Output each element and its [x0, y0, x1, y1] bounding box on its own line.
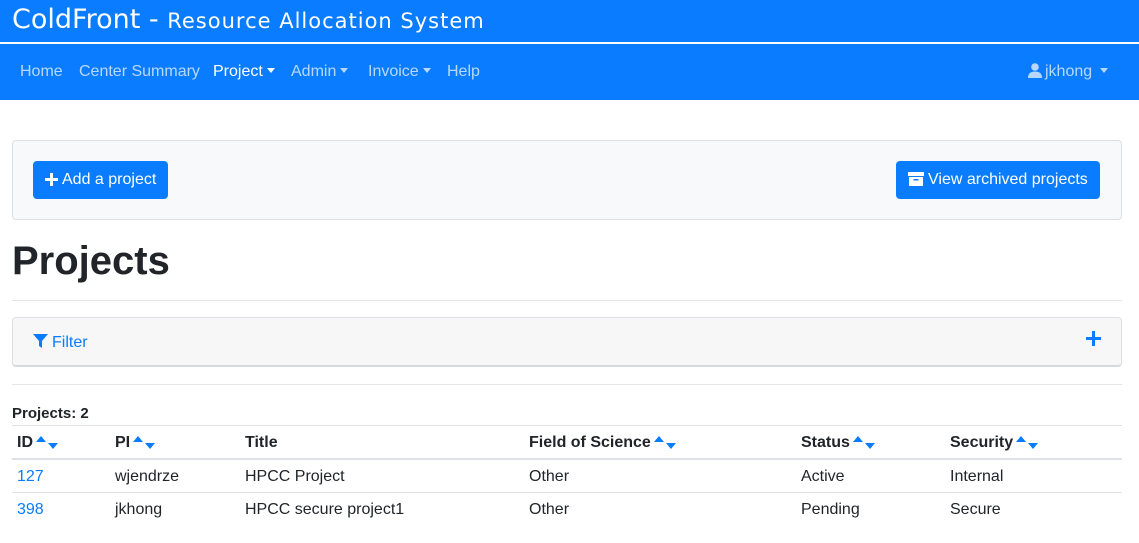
caret-down-icon: [422, 68, 431, 73]
project-title: HPCC Project: [245, 468, 345, 485]
nav-home-label: Home: [20, 63, 63, 80]
user-icon: [1028, 63, 1042, 78]
row-divider: [12, 492, 1122, 493]
column-header-title: Title: [245, 434, 278, 452]
project-security: Internal: [950, 468, 1004, 485]
nav-admin-label: Admin: [291, 63, 337, 80]
project-security: Secure: [950, 501, 1001, 518]
sort-asc-icon[interactable]: [653, 436, 664, 442]
project-title: HPCC secure project1: [245, 501, 405, 518]
nav-invoice-dropdown[interactable]: Invoice: [368, 63, 431, 81]
brand-separator: -: [140, 4, 168, 35]
main-navbar: Home Center Summary Project Admin Invoic…: [0, 44, 1139, 100]
table-header-border: [12, 458, 1122, 460]
site-brand[interactable]: ColdFront - Resource Allocation System: [12, 4, 485, 35]
divider: [12, 300, 1122, 301]
projects-count: Projects: 2: [12, 405, 89, 422]
sort-controls: [36, 434, 60, 452]
column-header-id: ID: [17, 434, 60, 452]
nav-center-summary-label: Center Summary: [79, 63, 200, 80]
project-actions-card: Add a project View archived projects: [12, 140, 1122, 220]
nav-invoice-label: Invoice: [368, 63, 419, 80]
column-header-label: Title: [245, 434, 278, 451]
column-header-label: ID: [17, 434, 33, 452]
view-archived-projects-button[interactable]: View archived projects: [896, 161, 1100, 199]
sort-desc-icon[interactable]: [864, 443, 875, 449]
nav-help-label: Help: [447, 63, 480, 80]
column-header-status: Status: [801, 434, 877, 452]
plus-icon: [45, 173, 58, 186]
caret-down-icon: [340, 68, 349, 73]
archive-icon: [908, 172, 924, 186]
project-status: Pending: [801, 501, 860, 518]
add-project-label: Add a project: [62, 171, 157, 188]
table-top-border: [12, 425, 1122, 426]
column-header-field-of-science: Field of Science: [529, 434, 678, 452]
brand-subtitle: Resource Allocation System: [167, 9, 485, 33]
filter-label: Filter: [52, 334, 88, 351]
nav-project-label: Project: [213, 63, 263, 80]
sort-asc-icon[interactable]: [1016, 436, 1027, 442]
nav-user-dropdown[interactable]: jkhong: [1028, 63, 1109, 81]
project-field-of-science: Other: [529, 468, 570, 485]
brand-name: ColdFront: [12, 4, 141, 35]
column-header-label: PI: [115, 434, 131, 452]
column-header-pi: PI: [115, 434, 157, 452]
filter-toggle[interactable]: Filter: [33, 334, 88, 352]
column-header-security: Security: [950, 434, 1040, 452]
column-header-label: Status: [801, 434, 850, 452]
nav-help[interactable]: Help: [447, 63, 480, 81]
nav-admin-dropdown[interactable]: Admin: [291, 63, 349, 81]
nav-user-label: jkhong: [1045, 63, 1093, 80]
sort-controls: [133, 434, 157, 452]
project-pi: jkhong: [115, 501, 163, 518]
sort-desc-icon[interactable]: [665, 443, 676, 449]
divider: [12, 384, 1122, 385]
column-header-label: Field of Science: [529, 434, 651, 452]
project-field-of-science: Other: [529, 501, 570, 518]
sort-desc-icon[interactable]: [1028, 443, 1039, 449]
page-title: Projects: [12, 239, 170, 283]
plus-icon: [1086, 331, 1101, 346]
sort-asc-icon[interactable]: [133, 436, 144, 442]
view-archived-label: View archived projects: [928, 171, 1088, 188]
brand-bar: ColdFront - Resource Allocation System: [0, 0, 1139, 43]
project-id-link[interactable]: 127: [17, 468, 44, 486]
expand-filter-button[interactable]: [1086, 331, 1101, 351]
caret-down-icon: [266, 68, 275, 73]
project-id-link[interactable]: 398: [17, 501, 44, 519]
column-header-label: Security: [950, 434, 1014, 452]
sort-asc-icon[interactable]: [36, 436, 46, 442]
project-status: Active: [801, 468, 845, 485]
sort-controls: [653, 434, 678, 452]
sort-controls: [852, 434, 877, 452]
caret-down-icon: [1100, 68, 1109, 73]
nav-center-summary[interactable]: Center Summary: [79, 63, 200, 81]
add-project-button[interactable]: Add a project: [33, 161, 169, 199]
sort-asc-icon[interactable]: [852, 436, 863, 442]
nav-project-dropdown[interactable]: Project: [213, 63, 275, 81]
filter-card: Filter: [12, 317, 1122, 367]
sort-controls: [1016, 434, 1040, 452]
filter-icon: [33, 334, 48, 348]
sort-desc-icon[interactable]: [48, 443, 58, 449]
project-pi: wjendrze: [115, 468, 180, 485]
nav-home[interactable]: Home: [20, 63, 63, 81]
sort-desc-icon[interactable]: [145, 443, 156, 449]
